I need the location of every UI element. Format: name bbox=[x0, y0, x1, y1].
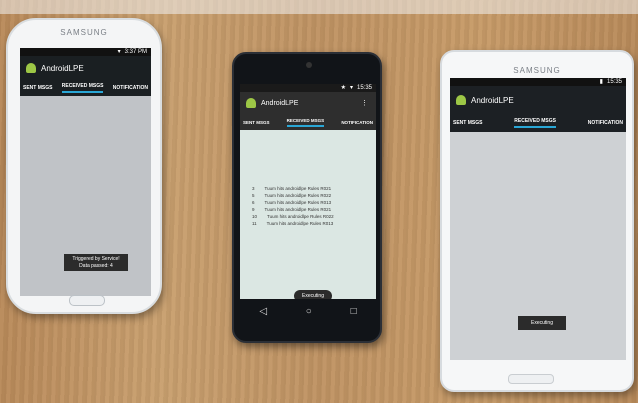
overflow-menu-icon[interactable]: ⋮ bbox=[361, 99, 368, 107]
app-title: AndroidLPE bbox=[261, 99, 299, 107]
android-app-icon bbox=[26, 63, 36, 73]
phone-nexus-4: ★ ▾ 15:35 AndroidLPE ⋮ SENT MSGS RECEIVED … bbox=[232, 52, 382, 343]
status-time: ▮ 15:35 bbox=[599, 78, 622, 86]
list-item[interactable]: 11 Tuum hits androidlpe Rules R013 bbox=[252, 221, 333, 226]
table-edge bbox=[0, 0, 638, 14]
app-title: AndroidLPE bbox=[471, 95, 514, 105]
tab-sent-msgs[interactable]: SENT MSGS bbox=[23, 85, 52, 91]
camera-icon bbox=[306, 62, 312, 68]
tab-notification[interactable]: NOTIFICATION bbox=[341, 120, 373, 125]
app-action-bar: AndroidLPE bbox=[20, 56, 151, 80]
tab-bar: SENT MSGS RECEIVED MSGS NOTIFICATION bbox=[20, 80, 151, 96]
tab-sent-msgs[interactable]: SENT MSGS bbox=[243, 120, 270, 125]
toast-message: Triggered by Service! Data passed: 4 bbox=[64, 254, 128, 271]
brand-label: SAMSUNG bbox=[513, 66, 561, 75]
tab-notification[interactable]: NOTIFICATION bbox=[588, 120, 623, 126]
tab-notification[interactable]: NOTIFICATION bbox=[113, 85, 148, 91]
list-item[interactable]: 10 Tuum hits androidlpe Rules R022 bbox=[252, 214, 334, 219]
status-time: ▾ 3:37 PM bbox=[117, 48, 147, 56]
star-icon: ★ bbox=[340, 85, 346, 91]
phone-screen: ▮ 15:35 AndroidLPE SENT MSGS RECEIVED MSG… bbox=[450, 78, 626, 360]
toast-message: Executing bbox=[294, 290, 332, 299]
home-icon[interactable]: ○ bbox=[306, 306, 312, 317]
list-item[interactable]: 6 Tuum hits androidlpe Rules R013 bbox=[252, 200, 331, 205]
home-button[interactable] bbox=[508, 374, 554, 384]
tab-bar: SENT MSGS RECEIVED MSGS NOTIFICATION bbox=[240, 114, 376, 130]
wifi-icon: ▾ bbox=[117, 49, 121, 55]
toast-line-1: Triggered by Service! bbox=[72, 256, 120, 262]
nav-bar: ◁ ○ □ bbox=[240, 300, 376, 322]
tab-received-msgs[interactable]: RECEIVED MSGS bbox=[286, 118, 325, 127]
tab-received-msgs[interactable]: RECEIVED MSGS bbox=[514, 118, 556, 128]
toast-line-2: Data passed: 4 bbox=[79, 262, 113, 269]
phone-samsung-note-3: SAMSUNG ▮ 15:35 AndroidLPE SENT MSGS RECE… bbox=[440, 50, 634, 392]
phone-screen: ▾ 3:37 PM AndroidLPE SENT MSGS RECEIVED M… bbox=[20, 48, 151, 296]
list-item[interactable]: 3 Tuum hits androidlpe Rules R021 bbox=[252, 186, 331, 191]
list-item[interactable]: 9 Tuum hits androidlpe Rules R021 bbox=[252, 207, 331, 212]
app-action-bar: AndroidLPE bbox=[450, 86, 626, 114]
battery-icon: ▮ bbox=[599, 79, 603, 85]
tab-received-msgs[interactable]: RECEIVED MSGS bbox=[61, 83, 104, 93]
back-icon[interactable]: ◁ bbox=[259, 306, 267, 317]
toast-message: Executing bbox=[518, 316, 566, 330]
list-item[interactable]: 5 Tuum hits androidlpe Rules R022 bbox=[252, 193, 331, 198]
recents-icon[interactable]: □ bbox=[351, 306, 357, 317]
phone-samsung-s3: SAMSUNG ▾ 3:37 PM AndroidLPE SENT MSGS RE… bbox=[6, 18, 162, 314]
app-action-bar: AndroidLPE ⋮ bbox=[240, 92, 376, 114]
status-time: ★ ▾ 15:35 bbox=[340, 84, 372, 92]
wifi-icon: ▾ bbox=[349, 85, 353, 91]
home-button[interactable] bbox=[69, 295, 105, 306]
android-app-icon bbox=[246, 98, 256, 108]
phone-screen: ★ ▾ 15:35 AndroidLPE ⋮ SENT MSGS RECEIVED … bbox=[240, 84, 376, 299]
app-title: AndroidLPE bbox=[41, 63, 84, 73]
message-list: 3 Tuum hits androidlpe Rules R021 5 Tuum h… bbox=[240, 130, 376, 299]
tab-sent-msgs[interactable]: SENT MSGS bbox=[453, 120, 482, 126]
android-app-icon bbox=[456, 95, 466, 105]
tab-bar: SENT MSGS RECEIVED MSGS NOTIFICATION bbox=[450, 114, 626, 132]
brand-label: SAMSUNG bbox=[60, 28, 108, 37]
